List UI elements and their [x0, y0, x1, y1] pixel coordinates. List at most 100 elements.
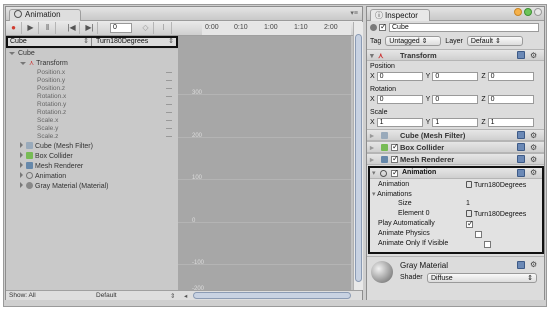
- help-book-icon[interactable]: [517, 131, 525, 139]
- next-key-button[interactable]: ▶|: [82, 22, 98, 34]
- tree-root[interactable]: Cube: [9, 49, 35, 58]
- animate-only-if-visible-checkbox[interactable]: [483, 241, 491, 248]
- scroll-left-icon[interactable]: ◂: [184, 292, 187, 300]
- help-book-icon[interactable]: [517, 51, 525, 59]
- animations-foldout[interactable]: ▾ Animations: [372, 190, 412, 198]
- wrap-mode-dropdown[interactable]: Default: [96, 292, 117, 299]
- rotation-x-field[interactable]: 0: [376, 95, 423, 104]
- help-book-icon[interactable]: [517, 169, 525, 177]
- position-x-field[interactable]: 0: [376, 72, 423, 81]
- curve-value-label: 300: [192, 90, 203, 96]
- rotation-label: Rotation: [370, 86, 397, 93]
- tree-component[interactable]: Cube (Mesh Filter): [20, 142, 93, 151]
- tree-component[interactable]: Box Collider: [20, 152, 73, 161]
- transform-icon: ⋏: [29, 60, 35, 67]
- inspector-tab[interactable]: ⓘ Inspector: [370, 9, 430, 21]
- gear-icon[interactable]: ⚙: [530, 168, 537, 177]
- expand-triangle-icon[interactable]: ▾: [372, 169, 376, 177]
- gear-icon[interactable]: ⚙: [530, 131, 537, 140]
- gear-icon[interactable]: ⚙: [530, 143, 537, 152]
- add-event-button[interactable]: ǀ: [156, 22, 172, 34]
- animate-physics-checkbox[interactable]: [474, 231, 482, 238]
- animation-icon: [380, 170, 387, 177]
- show-filter[interactable]: Show: All: [9, 292, 36, 299]
- object-dropdown[interactable]: Cube ⇕: [8, 38, 92, 46]
- tree-transform[interactable]: ⋏ Transform: [20, 59, 68, 68]
- help-book-icon[interactable]: [517, 143, 525, 151]
- position-z-field[interactable]: 0: [487, 72, 534, 81]
- time-ruler[interactable]: 0:00 0:10 1:00 1:10 2:00: [202, 22, 351, 36]
- clock-icon: [14, 10, 22, 18]
- collapse-triangle-icon[interactable]: ▸: [370, 131, 374, 140]
- curve-editor[interactable]: 300 200 100 0 -100 -200: [178, 36, 351, 292]
- tree-property[interactable]: Scale.z: [37, 132, 178, 141]
- tree-component[interactable]: Animation: [20, 172, 66, 181]
- collapse-triangle-icon[interactable]: ▸: [370, 155, 374, 164]
- animation-tab[interactable]: Animation: [9, 9, 81, 21]
- transform-header[interactable]: ▾ ⋏ Transform ⚙: [367, 49, 544, 61]
- frame-input[interactable]: 0: [110, 23, 132, 33]
- ruler-tick-label: 1:00: [264, 24, 278, 31]
- object-name-field[interactable]: Cube: [389, 23, 539, 32]
- element-0-field[interactable]: Turn180Degrees: [466, 210, 526, 218]
- pause-button[interactable]: ‖: [40, 22, 56, 34]
- mesh-renderer-header[interactable]: ▸ Mesh Renderer ⚙: [367, 153, 544, 165]
- expand-triangle-icon[interactable]: [20, 172, 23, 178]
- animation-clip-field[interactable]: Turn180Degrees: [466, 181, 526, 189]
- active-checkbox[interactable]: [379, 22, 387, 31]
- expand-triangle-icon[interactable]: ▾: [370, 51, 374, 60]
- gear-icon[interactable]: ⚙: [530, 260, 537, 269]
- gear-icon[interactable]: ⚙: [530, 51, 537, 60]
- zoom-icon[interactable]: [524, 8, 532, 16]
- box-collider-header[interactable]: ▸ Box Collider ⚙: [367, 141, 544, 153]
- scale-x-field[interactable]: 1: [376, 118, 423, 127]
- scale-y-field[interactable]: 1: [432, 118, 479, 127]
- position-y-field[interactable]: 0: [432, 72, 479, 81]
- expand-triangle-icon[interactable]: [9, 52, 15, 55]
- help-book-icon[interactable]: [517, 155, 525, 163]
- inspector-panel: ⓘInspector Cube Tag Untagged ⇕ Layer Def…: [366, 6, 545, 300]
- clip-dropdown[interactable]: Turn180Degrees ⇕: [94, 38, 176, 46]
- property-tree: Cube ⋏ Transform Position.x Position.y Po…: [6, 49, 178, 290]
- layer-dropdown[interactable]: Default ⇕: [466, 36, 523, 46]
- horizontal-scroll-thumb[interactable]: [193, 292, 351, 299]
- rotation-y-field[interactable]: 0: [432, 95, 479, 104]
- transform-title: Transform: [400, 51, 437, 60]
- animation-component-header[interactable]: ▾ Animation ⚙: [370, 168, 542, 179]
- axis-z-label: Z: [481, 119, 486, 126]
- rotation-z-field[interactable]: 0: [487, 95, 534, 104]
- minimize-icon[interactable]: [514, 8, 522, 16]
- material-title: Gray Material: [400, 261, 449, 270]
- tree-component[interactable]: Gray Material (Material): [20, 182, 109, 191]
- panel-menu-icon[interactable]: ▾≡: [350, 9, 358, 17]
- expand-triangle-icon[interactable]: [20, 162, 23, 168]
- vertical-scrollbar[interactable]: [353, 22, 363, 290]
- tree-component[interactable]: Mesh Renderer: [20, 162, 83, 171]
- mesh-renderer-checkbox[interactable]: [391, 154, 399, 163]
- prev-key-button[interactable]: |◀: [64, 22, 80, 34]
- shader-label: Shader: [400, 274, 423, 281]
- expand-triangle-icon[interactable]: [20, 152, 23, 158]
- close-icon[interactable]: [534, 8, 542, 16]
- gear-icon[interactable]: ⚙: [530, 155, 537, 164]
- expand-triangle-icon[interactable]: [20, 142, 23, 148]
- scale-z-field[interactable]: 1: [487, 118, 534, 127]
- collapse-triangle-icon[interactable]: ▸: [370, 143, 374, 152]
- tag-dropdown[interactable]: Untagged ⇕: [385, 36, 442, 46]
- animation-enabled-checkbox[interactable]: [391, 168, 399, 177]
- expand-triangle-icon[interactable]: [20, 62, 26, 65]
- size-field[interactable]: 1: [466, 200, 470, 207]
- record-button[interactable]: ●: [6, 22, 22, 34]
- mesh-filter-header[interactable]: ▸ Cube (Mesh Filter) ⚙: [367, 129, 544, 141]
- shader-dropdown[interactable]: Diffuse ⇕: [427, 273, 537, 283]
- box-collider-checkbox[interactable]: [391, 142, 399, 151]
- size-label: Size: [398, 200, 412, 207]
- help-book-icon[interactable]: [517, 261, 525, 269]
- play-automatically-checkbox[interactable]: [466, 219, 474, 228]
- play-button[interactable]: ▶: [23, 22, 39, 34]
- scale-label: Scale: [370, 109, 388, 116]
- expand-triangle-icon[interactable]: [20, 182, 23, 188]
- transform-icon: ⋏: [378, 51, 384, 60]
- vertical-scroll-thumb[interactable]: [355, 34, 362, 282]
- add-keyframe-button[interactable]: ◇: [138, 22, 154, 34]
